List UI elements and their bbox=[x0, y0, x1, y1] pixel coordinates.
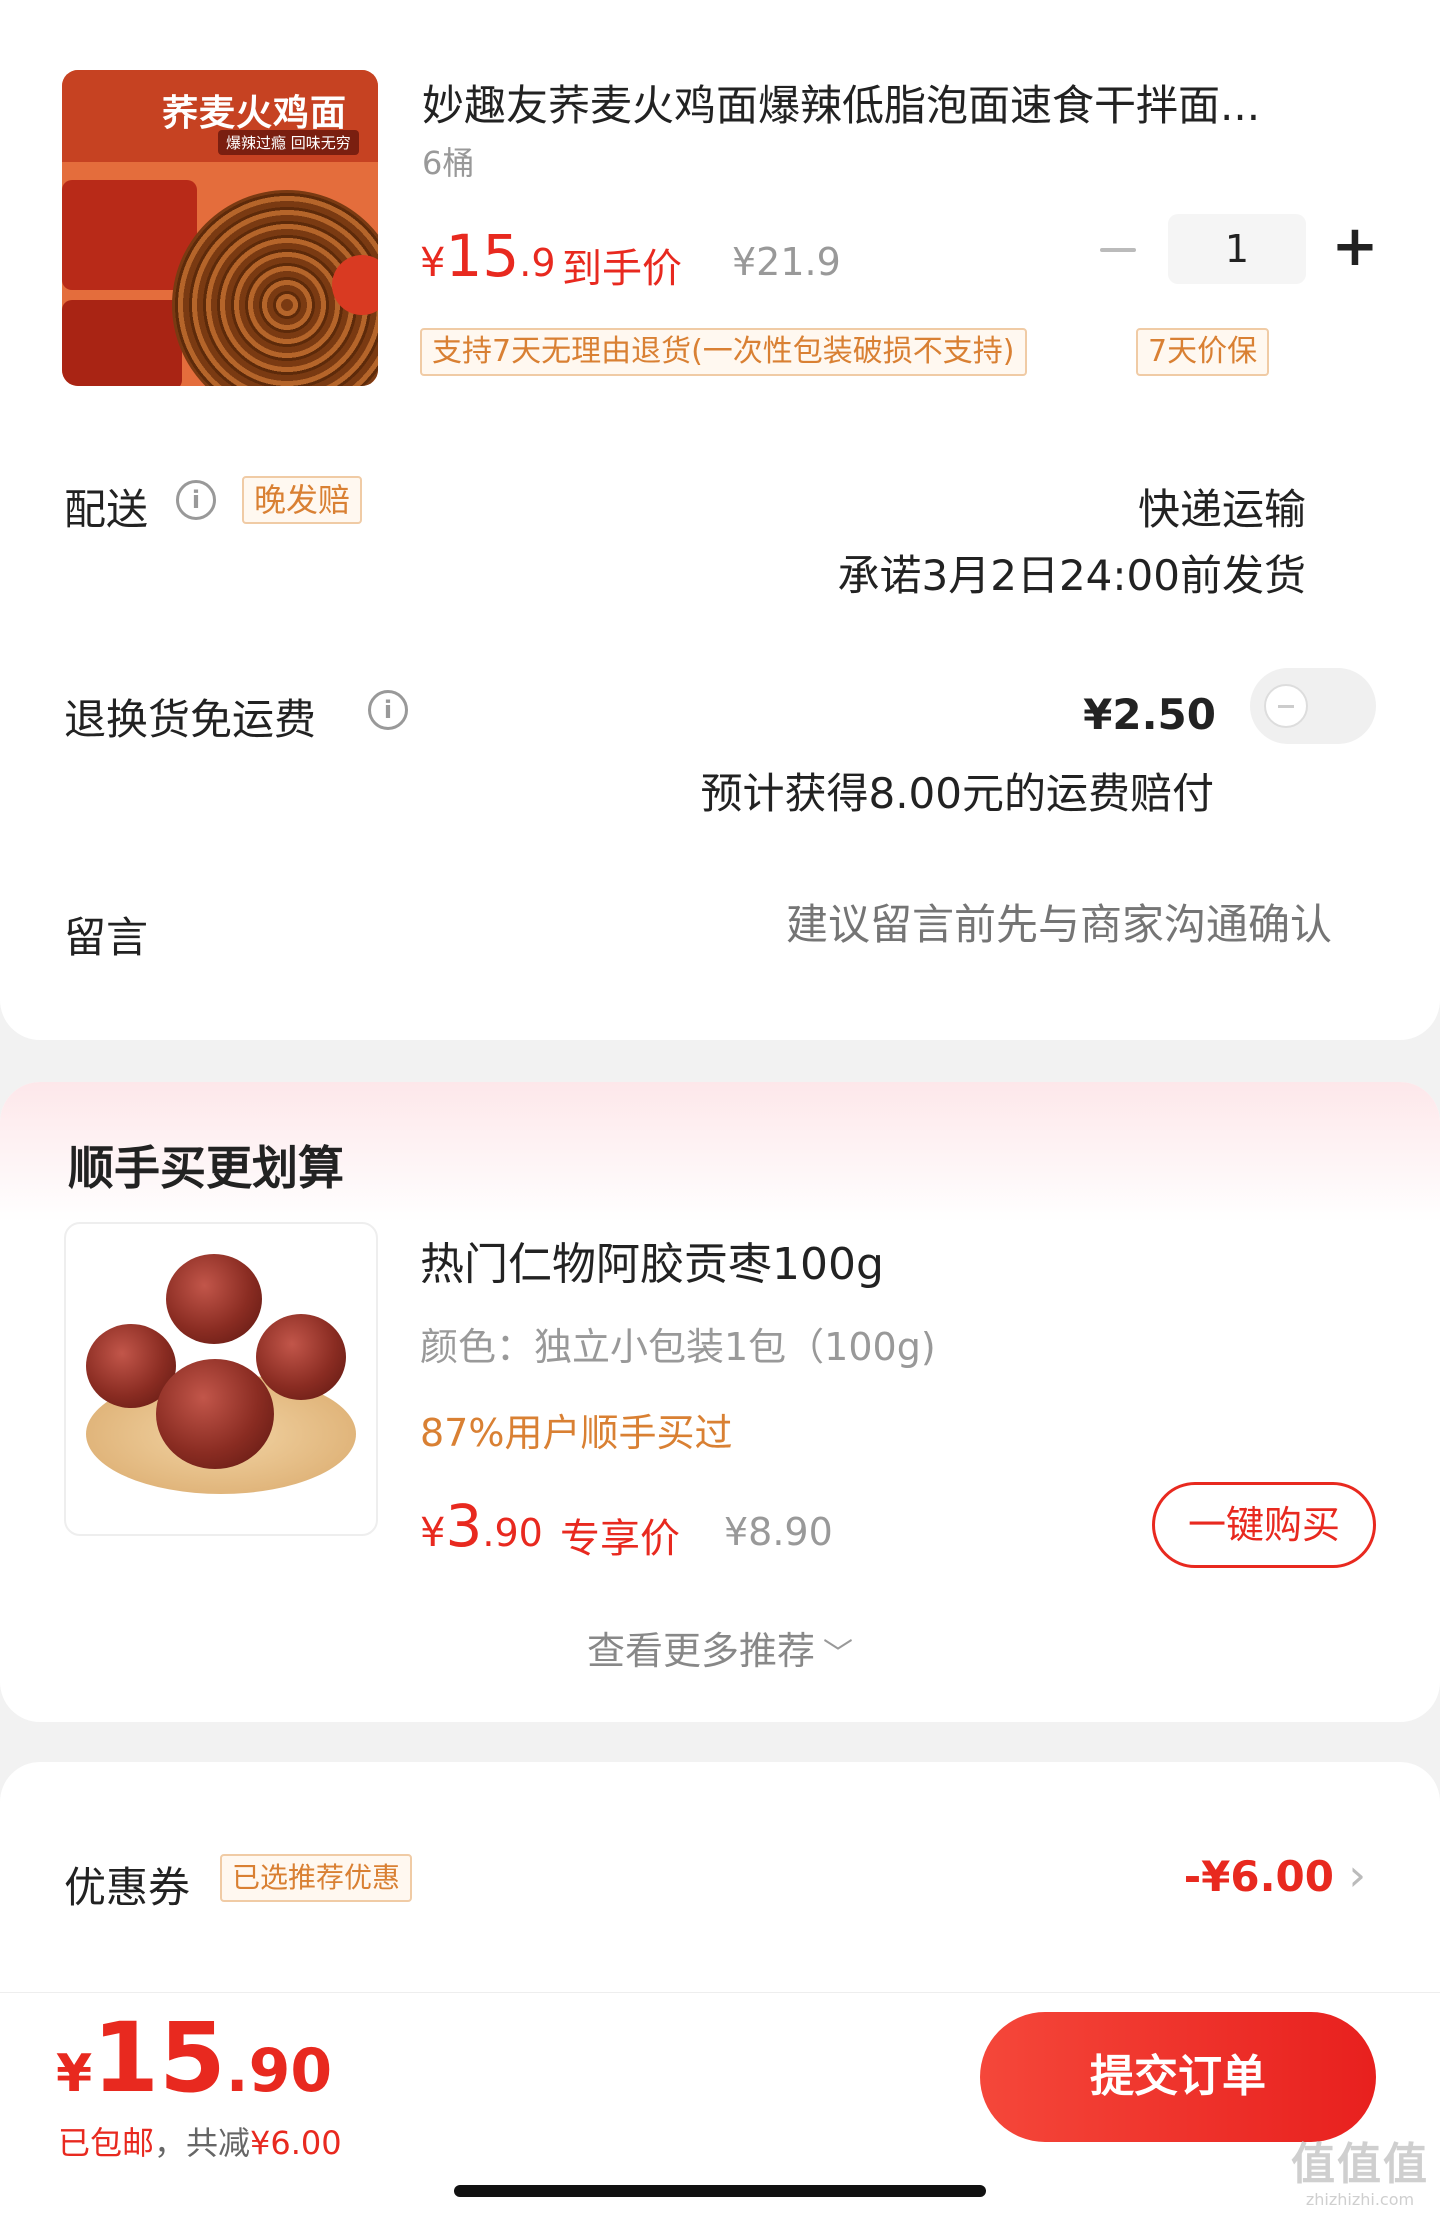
one-click-buy-button[interactable]: 一键购买 bbox=[1152, 1482, 1376, 1568]
order-item-card: 荞麦火鸡面 爆辣过瘾 回味无穷 妙趣友荞麦火鸡面爆辣低脂泡面速食干拌面... 6… bbox=[0, 0, 1440, 1040]
info-icon[interactable]: i bbox=[176, 480, 216, 520]
return-policy-tag: 支持7天无理由退货(一次性包装破损不支持) bbox=[420, 328, 1027, 376]
thumbnail-date bbox=[256, 1314, 346, 1400]
price-currency: ¥ bbox=[56, 2044, 93, 2104]
recommended-product-bought-rate: 87%用户顺手买过 bbox=[420, 1411, 733, 1455]
watermark-mark: 值值值 bbox=[1291, 2139, 1429, 2190]
more-recommendations-label: 查看更多推荐 bbox=[586, 1629, 815, 1673]
price-decimal: .9 bbox=[519, 241, 556, 285]
product-title[interactable]: 妙趣友荞麦火鸡面爆辣低脂泡面速食干拌面... bbox=[422, 72, 1352, 133]
thumbnail-date bbox=[156, 1359, 274, 1469]
recommendation-card: 顺手买更划算 热门仁物阿胶贡枣100g 颜色：独立小包装1包（100g) 87%… bbox=[0, 1082, 1440, 1722]
price-currency: ¥ bbox=[420, 1510, 446, 1556]
chevron-down-icon: ﹀ bbox=[823, 1637, 853, 1672]
discount-prefix: ，共减 bbox=[154, 2124, 251, 2162]
info-icon[interactable]: i bbox=[368, 690, 408, 730]
thumbnail-date bbox=[166, 1254, 262, 1344]
quantity-decrease-button[interactable] bbox=[1100, 248, 1136, 252]
original-price: ¥8.90 bbox=[724, 1510, 833, 1554]
recommendation-title: 顺手买更划算 bbox=[68, 1141, 344, 1195]
recommended-product-title[interactable]: 热门仁物阿胶贡枣100g bbox=[420, 1228, 884, 1292]
return-insurance-label: 退换货免运费 bbox=[64, 695, 317, 744]
watermark-url: zhizhizhi.com bbox=[1305, 2190, 1415, 2209]
coupon-label: 优惠券 bbox=[64, 1863, 191, 1912]
toggle-knob bbox=[1264, 684, 1308, 728]
message-label: 留言 bbox=[64, 913, 149, 962]
quantity-increase-button[interactable]: + bbox=[1330, 212, 1380, 282]
thumbnail-slogan: 爆辣过瘾 回味无穷 bbox=[218, 130, 359, 155]
recommended-product-spec[interactable]: 颜色：独立小包装1包（100g) bbox=[420, 1316, 936, 1371]
shipping-promise: 承诺3月2日24:00前发货 bbox=[837, 551, 1306, 600]
recommended-product-price: ¥3.90 bbox=[420, 1492, 543, 1560]
chevron-right-icon[interactable]: › bbox=[1348, 1850, 1366, 1901]
price-label: 到手价 bbox=[562, 246, 682, 292]
coupon-selected-tag: 已选推荐优惠 bbox=[220, 1854, 413, 1902]
return-insurance-price: ¥2.50 bbox=[1083, 690, 1216, 739]
price-decimal: .90 bbox=[225, 2036, 333, 2106]
product-price: ¥15.9 bbox=[420, 222, 556, 290]
price-protect-tag: 7天价保 bbox=[1136, 328, 1270, 376]
price-integer: 15 bbox=[92, 2002, 226, 2114]
thumbnail-cup bbox=[62, 300, 182, 386]
message-input[interactable] bbox=[572, 900, 1332, 949]
total-note: 已包邮，共减¥6.00 bbox=[58, 2118, 342, 2164]
coupon-amount[interactable]: -¥6.00 bbox=[1184, 1852, 1334, 1901]
late-delivery-compensation-tag: 晚发赔 bbox=[242, 476, 363, 524]
quantity-input[interactable]: 1 bbox=[1168, 214, 1306, 284]
product-thumbnail[interactable]: 荞麦火鸡面 爆辣过瘾 回味无穷 bbox=[62, 70, 378, 386]
more-recommendations-link[interactable]: 查看更多推荐 ﹀ bbox=[0, 1620, 1440, 1675]
shipping-label: 配送 bbox=[64, 485, 149, 534]
recommended-product-thumbnail[interactable] bbox=[64, 1222, 378, 1536]
product-spec[interactable]: 6桶 bbox=[422, 138, 474, 184]
price-label: 专享价 bbox=[560, 1516, 680, 1562]
price-integer: 3 bbox=[445, 1492, 483, 1560]
thumbnail-brand-text: 荞麦火鸡面 bbox=[162, 93, 348, 134]
free-shipping-text: 已包邮 bbox=[58, 2124, 155, 2162]
total-price: ¥15.90 bbox=[56, 2002, 332, 2114]
discount-amount: ¥6.00 bbox=[250, 2124, 342, 2162]
coupon-card: 优惠券 已选推荐优惠 -¥6.00 › bbox=[0, 1762, 1440, 2002]
home-indicator[interactable] bbox=[454, 2185, 986, 2197]
price-decimal: .90 bbox=[482, 1511, 543, 1555]
shipping-method[interactable]: 快递运输 bbox=[1138, 476, 1306, 537]
original-price: ¥21.9 bbox=[732, 240, 841, 284]
submit-order-button[interactable]: 提交订单 bbox=[980, 2012, 1376, 2142]
return-insurance-subtitle: 预计获得8.00元的运费赔付 bbox=[700, 769, 1214, 818]
price-integer: 15 bbox=[445, 222, 520, 290]
watermark-logo: 值值值 zhizhizhi.com bbox=[1290, 2139, 1430, 2210]
price-currency: ¥ bbox=[420, 240, 446, 286]
return-insurance-toggle[interactable] bbox=[1250, 668, 1376, 744]
